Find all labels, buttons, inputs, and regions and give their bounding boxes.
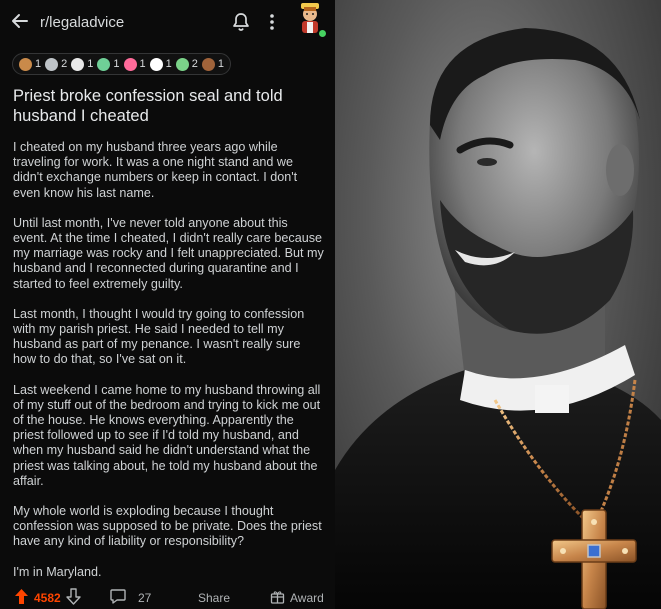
post-paragraph: I cheated on my husband three years ago …: [13, 140, 298, 200]
reddit-post-panel: r/legaladvice 1 2 1 1 1 1 2 1 Priest broke conf…: [0, 0, 335, 609]
award-item[interactable]: 1: [123, 57, 146, 71]
downvote-arrow-icon[interactable]: [66, 588, 81, 605]
award-page-icon: [149, 57, 163, 71]
post-paragraph: Last month, I thought I would try going …: [13, 306, 305, 367]
comment-bubble-icon[interactable]: [110, 589, 126, 604]
award-plant-icon: [97, 57, 111, 71]
award-count: 2: [191, 58, 198, 70]
priest-portrait-illustration: [335, 28, 661, 609]
award-count: 2: [61, 58, 68, 70]
award-heart-icon: [123, 57, 137, 71]
award-helpful-icon: [71, 57, 85, 71]
award-wholesome-icon: [19, 57, 32, 71]
award-item[interactable]: 1: [201, 57, 224, 71]
award-count: 1: [139, 58, 146, 70]
post-action-bar: 4582 27 Share Award: [0, 586, 335, 609]
award-item[interactable]: 1: [71, 57, 94, 71]
top-bar: r/legaladvice: [0, 0, 335, 44]
post-paragraph: Until last month, I've never told anyone…: [13, 215, 324, 291]
award-item[interactable]: 1: [97, 57, 120, 71]
award-count: 1: [87, 58, 94, 70]
bell-icon[interactable]: [231, 12, 251, 32]
award-item[interactable]: 1: [19, 57, 42, 71]
awards-row[interactable]: 1 2 1 1 1 1 2 1: [12, 53, 231, 75]
gift-icon[interactable]: [270, 589, 285, 604]
vote-score: 4582: [34, 591, 61, 605]
upvote-arrow-icon[interactable]: [14, 588, 29, 605]
post-title: Priest broke confession seal and told hu…: [13, 87, 283, 125]
award-item[interactable]: 2: [175, 57, 198, 71]
award-item[interactable]: 1: [149, 57, 172, 71]
award-item[interactable]: 2: [45, 57, 68, 71]
award-count: 1: [165, 58, 172, 70]
post-paragraph: My whole world is exploding because I th…: [13, 504, 322, 549]
back-arrow-icon[interactable]: [10, 11, 32, 33]
post-paragraph: I'm in Maryland.: [13, 564, 102, 579]
award-count: 1: [217, 58, 224, 70]
more-vertical-icon[interactable]: [266, 12, 278, 32]
subreddit-name[interactable]: r/legaladvice: [40, 14, 124, 31]
comment-count[interactable]: 27: [138, 591, 151, 605]
award-silver-icon: [45, 57, 59, 71]
award-count: 1: [113, 58, 120, 70]
meme-image: [335, 0, 661, 609]
share-button[interactable]: Share: [198, 591, 230, 605]
post-paragraph: Last weekend I came home to my husband t…: [13, 382, 321, 488]
award-poop-icon: [201, 57, 215, 71]
award-seven-icon: [175, 57, 189, 71]
post-body: I cheated on my husband three years ago …: [13, 140, 325, 595]
award-count: 1: [35, 58, 42, 70]
award-button[interactable]: Award: [290, 591, 324, 605]
online-status-dot: [318, 29, 327, 38]
